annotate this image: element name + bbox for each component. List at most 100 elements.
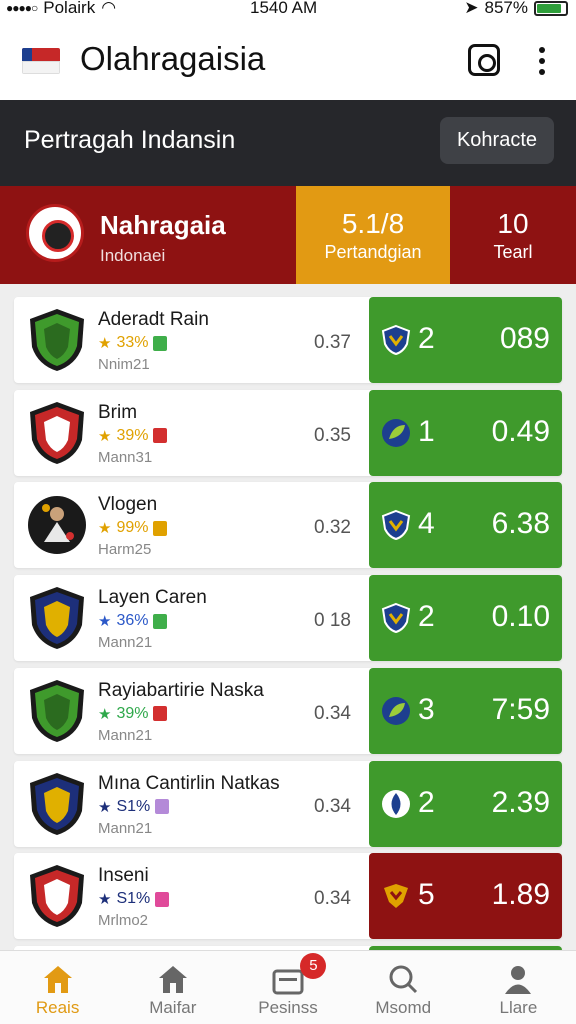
team-stat-line: ★ 39% — [98, 704, 168, 723]
more-vertical-icon[interactable] — [532, 44, 552, 78]
search-icon — [386, 963, 420, 995]
team-percent: 99% — [116, 519, 149, 537]
score-box[interactable]: 3 7:59 — [369, 667, 562, 754]
star-icon: ★ — [98, 798, 112, 816]
teams-value: 10 — [497, 208, 529, 239]
score-box[interactable]: 5 1.89 — [369, 853, 562, 940]
team-ratio: 0.34 — [314, 702, 351, 724]
leaf-icon — [381, 417, 411, 449]
team-percent: 39% — [116, 704, 149, 722]
team-ratio: 0 18 — [314, 610, 351, 632]
nav-label: Msomd — [375, 998, 432, 1017]
crest-icon — [381, 880, 411, 912]
nav-item-1[interactable]: Maifar — [115, 951, 230, 1024]
camera-icon[interactable] — [468, 44, 500, 76]
bottom-nav: Reais Maifar 5 Pesinss Msomd Llare — [0, 950, 576, 1024]
status-left: ●●●●○ Polairk ◠ — [6, 0, 116, 18]
star-icon: ★ — [98, 705, 112, 723]
tag-icon — [155, 891, 170, 907]
team-meta: Mann31 — [98, 448, 153, 466]
team-stat-line: ★ S1% — [98, 798, 170, 816]
score-count: 2 — [418, 785, 435, 819]
nav-label: Reais — [35, 998, 80, 1017]
team-row[interactable]: Rayiabartirie Naska ★ 39% Mann21 0.34 3 7:59 — [14, 667, 562, 754]
team-meta: Mann21 — [98, 819, 153, 837]
score-points: 2.39 — [491, 785, 550, 819]
score-points: 089 — [499, 322, 550, 355]
team-row[interactable]: Brim ★ 39% Mann31 0.35 1 0.49 — [14, 389, 562, 476]
team-row[interactable]: Layen Caren ★ 36% Mann21 0 18 2 0.10 — [14, 575, 562, 662]
battery-percent: 857% — [484, 0, 528, 17]
team-meta: Nnim21 — [98, 356, 150, 373]
summary-team-sub: Indonaei — [100, 246, 166, 265]
tag-icon — [153, 428, 168, 444]
summary-team-name: Nahragaia — [100, 210, 226, 240]
team-name: Vlogen — [98, 494, 158, 516]
standings-list: Aderadt Rain ★ 33% Nnim21 0.37 2 089 Brim ★ 39% Ma… — [0, 284, 576, 950]
matches-label: Pertandgian — [324, 242, 422, 262]
nav-label: Maifar — [149, 998, 197, 1017]
score-box[interactable]: 1 0.49 — [369, 389, 562, 476]
nav-item-0[interactable]: Reais — [0, 951, 115, 1024]
score-box[interactable]: 2 2.39 — [369, 760, 562, 847]
score-points: 1.89 — [491, 878, 550, 912]
team-ratio: 0.37 — [314, 332, 351, 353]
app-bar: Olahragaisia — [0, 18, 576, 100]
team-ratio: 0.34 — [314, 888, 351, 910]
score-count: 3 — [418, 692, 435, 726]
team-percent: S1% — [116, 890, 151, 908]
location-icon: ➤ — [464, 0, 479, 17]
team-meta: Mann21 — [98, 634, 153, 652]
team-name: Brim — [98, 401, 138, 423]
teams-label: Tearl — [493, 242, 533, 262]
team-row[interactable]: Inseni ★ S1% Mrlmo2 0.34 5 1.89 — [14, 853, 562, 940]
score-box[interactable]: 2 089 — [369, 297, 562, 383]
team-percent: 33% — [116, 334, 149, 351]
team-percent: 36% — [116, 612, 149, 630]
nav-item-2[interactable]: 5 Pesinss — [230, 951, 345, 1024]
teams-stat[interactable]: 10 Tearl — [450, 186, 576, 284]
matches-stat[interactable]: 5.1/8 Pertandgian — [296, 186, 450, 284]
team-row[interactable]: Mına Cantirlin Natkas ★ S1% Mann21 0.34 2 2.39 — [14, 760, 562, 847]
team-summary: Nahragaia Indonaei 5.1/8 Pertandgian 10 … — [0, 186, 576, 284]
team-ratio: 0.35 — [314, 424, 351, 446]
nav-label: Llare — [499, 998, 538, 1017]
team-name: Inseni — [98, 865, 149, 887]
notification-badge: 5 — [300, 953, 327, 979]
team-badge-icon — [26, 863, 88, 929]
score-box[interactable]: 2 0.10 — [369, 575, 562, 662]
star-icon: ★ — [98, 520, 112, 538]
shield-icon — [381, 509, 411, 541]
team-name: Rayiabartirie Naska — [98, 679, 264, 701]
wifi-icon: ◠ — [101, 0, 117, 17]
team-row[interactable]: Aderadt Rain ★ 33% Nnim21 0.37 2 089 — [14, 297, 562, 383]
score-box[interactable]: 4 6.38 — [369, 482, 562, 569]
shield-icon — [381, 324, 411, 356]
team-badge-icon — [26, 585, 88, 651]
score-points: 0.10 — [491, 600, 550, 634]
section-header: Pertragah Indansin Kohracte — [0, 100, 576, 186]
house-icon — [156, 963, 190, 995]
team-row[interactable]: Vlogen ★ 99% Harm25 0.32 4 6.38 — [14, 482, 562, 569]
star-icon: ★ — [98, 427, 112, 445]
team-percent: 39% — [116, 426, 149, 444]
tag-icon — [153, 520, 168, 536]
shield-icon — [381, 602, 411, 634]
nav-item-3[interactable]: Msomd — [346, 951, 461, 1024]
signal-icon: ●●●●○ — [6, 1, 38, 15]
contact-button[interactable]: Kohracte — [440, 117, 554, 164]
user-icon — [501, 963, 535, 995]
nav-label: Pesinss — [258, 998, 318, 1017]
flag-icon — [22, 48, 60, 74]
drop-icon — [381, 788, 411, 820]
status-right: ➤ 857% — [464, 0, 568, 18]
team-badge-icon — [26, 400, 88, 466]
nav-item-4[interactable]: Llare — [461, 951, 576, 1024]
star-icon: ★ — [98, 891, 112, 909]
team-stat-line: ★ 33% — [98, 334, 168, 352]
matches-value: 5.1/8 — [341, 208, 405, 239]
team-badge-icon — [26, 307, 88, 373]
team-stat-line: ★ 39% — [98, 426, 168, 445]
app-title: Olahragaisia — [80, 40, 266, 77]
leaf-icon — [381, 695, 411, 727]
